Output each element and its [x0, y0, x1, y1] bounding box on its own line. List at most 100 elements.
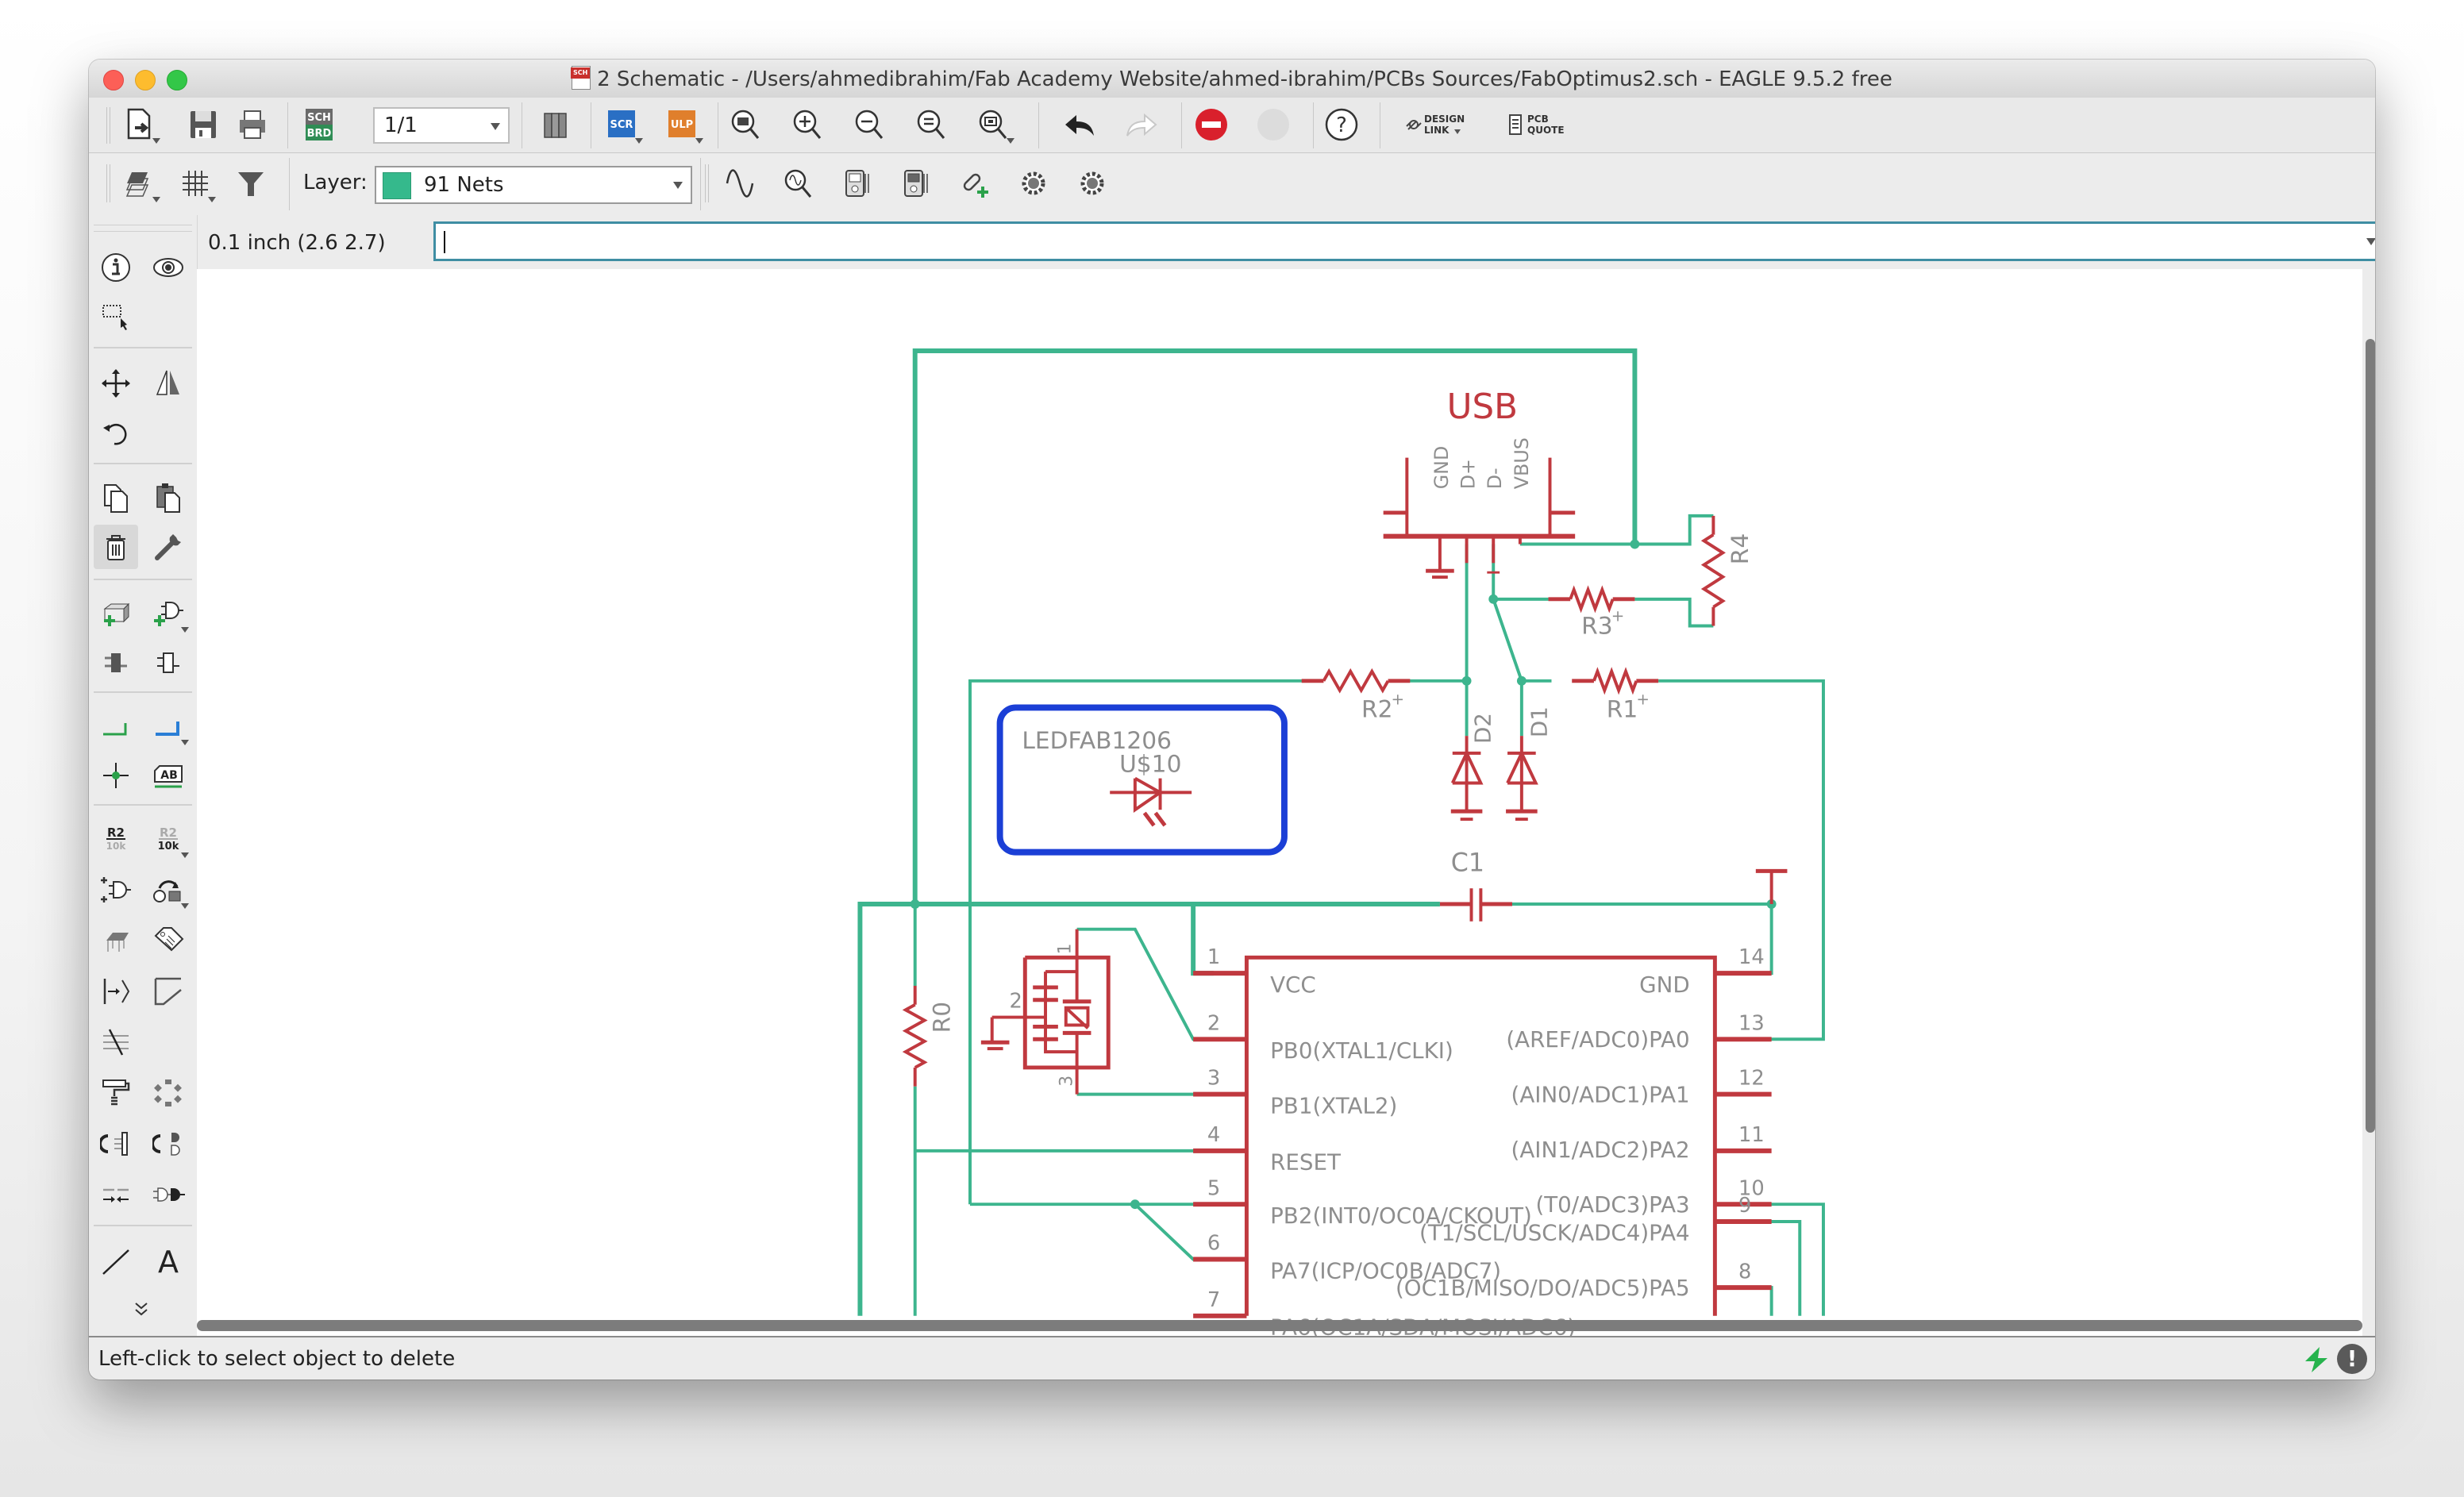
- r0-label: R0: [928, 1002, 956, 1033]
- print-button[interactable]: [230, 102, 275, 147]
- attribute-button[interactable]: [146, 918, 191, 963]
- bus-icon: [156, 722, 179, 736]
- copy-button[interactable]: [94, 475, 138, 520]
- command-input[interactable]: [433, 221, 2375, 261]
- probe-button[interactable]: [776, 161, 821, 206]
- add-part-button[interactable]: [94, 591, 138, 636]
- filter-button[interactable]: [229, 161, 273, 206]
- change-button[interactable]: [146, 525, 191, 569]
- delete-button[interactable]: [94, 525, 138, 569]
- left-toolbar: AB R2 10k R2 10k A: [89, 215, 198, 1334]
- help-button[interactable]: ?: [1319, 102, 1364, 147]
- open-button[interactable]: [117, 102, 162, 147]
- toolbar-grip[interactable]: [106, 107, 110, 144]
- rotate-button[interactable]: [94, 410, 138, 455]
- optimize-icon: [103, 1188, 129, 1203]
- go-button[interactable]: [1251, 102, 1296, 147]
- schematic-canvas[interactable]: USB GND D+ D- VBUS R2 + R3 + R1 + R4 R0 D2 D1 LEDFAB120…: [197, 269, 2362, 1379]
- sheet-select[interactable]: 1/1: [373, 107, 510, 144]
- toolbar-grip[interactable]: [705, 164, 709, 202]
- value-sub: 10k: [158, 841, 179, 852]
- replace-button[interactable]: [94, 641, 138, 685]
- simulate-button[interactable]: [718, 161, 762, 206]
- ulp-button[interactable]: ULP: [660, 102, 705, 147]
- script-button[interactable]: SCR: [600, 102, 645, 147]
- show-button[interactable]: [146, 245, 191, 290]
- group-select-button[interactable]: [94, 294, 138, 339]
- paste-button[interactable]: [146, 475, 191, 520]
- line-button[interactable]: [94, 1239, 138, 1283]
- net-button[interactable]: [94, 704, 138, 748]
- zoom-in-icon: [793, 110, 822, 139]
- probe-icon: [784, 169, 812, 198]
- label-button[interactable]: AB: [146, 753, 191, 798]
- connect-gates-button[interactable]: [146, 1122, 191, 1166]
- settings-button[interactable]: [1011, 161, 1056, 206]
- move-button[interactable]: [94, 361, 138, 406]
- pcb-quote-bottom: QUOTE: [1527, 125, 1565, 136]
- oscilloscope2-button[interactable]: [894, 161, 938, 206]
- stop-button[interactable]: [1189, 102, 1234, 147]
- schematic-drawing[interactable]: USBGND D+ D- VBUSR2+R3+R1+R4R0D2 D1LEDFAB120…: [197, 269, 2362, 1379]
- r0-zigzag: [902, 1002, 928, 1069]
- name-button[interactable]: R2 10k: [94, 817, 138, 861]
- zoom-redraw-button[interactable]: [910, 102, 954, 147]
- more-tools-button[interactable]: [119, 1287, 164, 1331]
- layer-select[interactable]: 91 Nets: [375, 166, 692, 204]
- bus-button[interactable]: [146, 704, 191, 748]
- split-button[interactable]: [94, 969, 138, 1014]
- info-button[interactable]: [94, 245, 138, 290]
- sch-brd-switch-button[interactable]: SCH BRD: [297, 102, 341, 147]
- name-icon: R210k: [106, 825, 127, 852]
- zoom-in-button[interactable]: [786, 102, 830, 147]
- grid-button[interactable]: [173, 161, 218, 206]
- chevron-down-icon[interactable]: [2366, 238, 2375, 245]
- vertical-scrollbar[interactable]: [2366, 339, 2375, 1133]
- save-button[interactable]: [181, 102, 225, 147]
- junction-button[interactable]: [94, 753, 138, 798]
- settings2-button[interactable]: [1070, 161, 1115, 206]
- paint-roller-button[interactable]: [94, 1071, 138, 1115]
- miter-button[interactable]: [146, 969, 191, 1014]
- alert-icon[interactable]: !: [2337, 1344, 2367, 1374]
- value-button[interactable]: R2 10k: [146, 817, 191, 861]
- gateswap-button[interactable]: [146, 868, 191, 912]
- zoom-select-button[interactable]: [972, 102, 1016, 147]
- open-icon: [127, 108, 151, 140]
- zoom-out-button[interactable]: [848, 102, 892, 147]
- layers-button[interactable]: [117, 161, 162, 206]
- invoke-button[interactable]: [94, 868, 138, 912]
- ripup-button[interactable]: [94, 1020, 138, 1064]
- ic-pin-number: 2: [1207, 1011, 1220, 1035]
- pinswap-button[interactable]: [146, 641, 191, 685]
- design-link-button[interactable]: DESIGN LINK: [1403, 102, 1483, 147]
- add-link-button[interactable]: [953, 161, 997, 206]
- copy-icon: [104, 484, 128, 513]
- connect-button[interactable]: [146, 1172, 191, 1217]
- line-icon: [102, 1249, 129, 1275]
- lightning-icon[interactable]: [2302, 1345, 2331, 1377]
- connect-pins-button[interactable]: [94, 1122, 138, 1166]
- circle-arrange-button[interactable]: [146, 1071, 191, 1115]
- oscilloscope-button[interactable]: [835, 161, 880, 206]
- zoom-fit-button[interactable]: [724, 102, 768, 147]
- redo-button[interactable]: [1119, 102, 1164, 147]
- ic-pin-name: RESET: [1270, 1149, 1341, 1176]
- ic-pin-name: (AIN1/ADC2)PA2: [1511, 1137, 1690, 1163]
- settings2-icon: [1080, 171, 1104, 195]
- mirror-button[interactable]: [146, 361, 191, 406]
- undo-button[interactable]: [1057, 102, 1102, 147]
- pcb-quote-button[interactable]: PCB QUOTE: [1507, 102, 1586, 147]
- ic-pin-number: 9: [1738, 1194, 1751, 1218]
- filter-icon: [238, 172, 264, 196]
- layer-toolbar: Layer: 91 Nets: [89, 153, 2375, 216]
- text-button[interactable]: A: [146, 1239, 191, 1283]
- optimize-button[interactable]: [94, 1172, 138, 1217]
- connect-pins-icon: [100, 1132, 128, 1156]
- horizontal-scrollbar[interactable]: [197, 1320, 2362, 1331]
- add-gate-button[interactable]: [146, 591, 191, 636]
- library-button[interactable]: [533, 102, 578, 147]
- toolbar-grip[interactable]: [106, 164, 110, 202]
- led-name: U$10: [1119, 751, 1181, 779]
- smash-button[interactable]: [94, 918, 138, 963]
